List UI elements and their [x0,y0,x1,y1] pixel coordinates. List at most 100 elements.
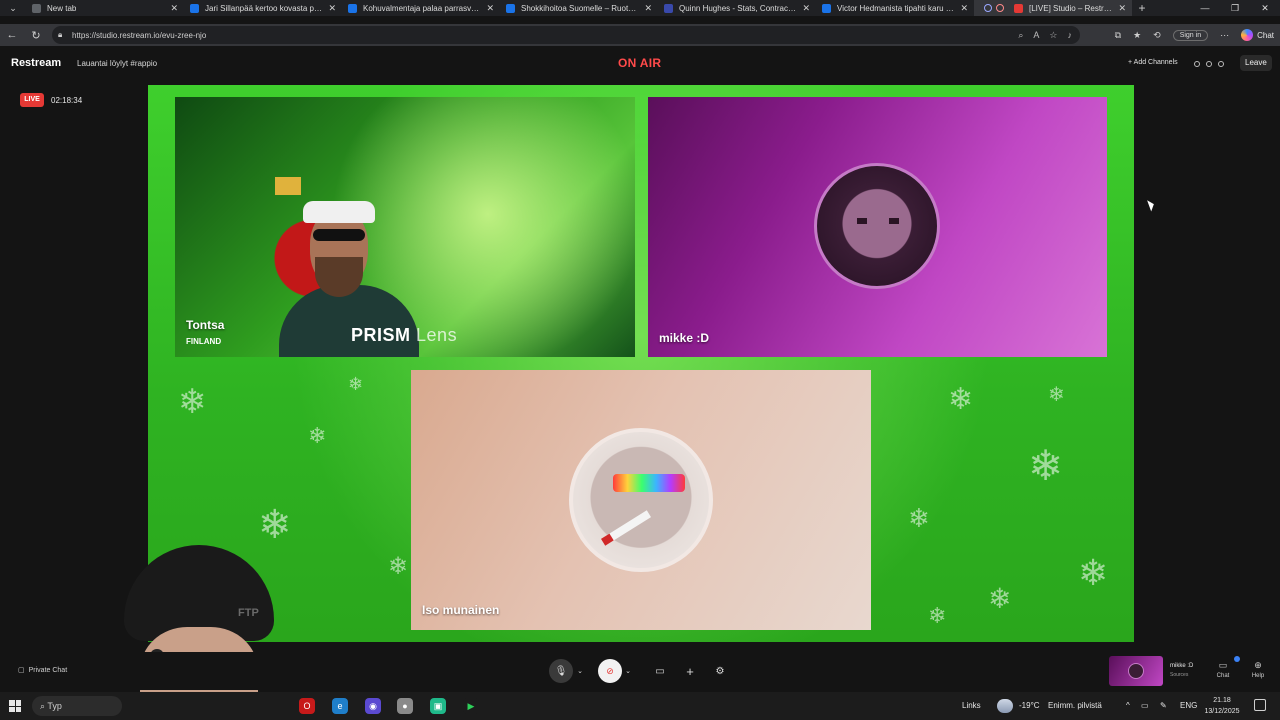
clock-date: 13/12/2025 [1204,708,1240,715]
private-chat-label: Private Chat [28,666,68,674]
channel-icon[interactable] [1194,61,1200,67]
participant-subtitle: FINLAND [186,337,222,346]
mouse-cursor-icon [1147,198,1156,212]
tab-title: Victor Hedmanista tipahti karu uutinen [837,3,955,13]
weather-temp[interactable]: -19°C [1019,692,1040,720]
help-label: Help [1251,673,1265,679]
tab-close-icon[interactable]: ✕ [802,3,810,14]
chat-label: Chat [1216,673,1230,679]
edge-icon[interactable]: e [332,698,348,714]
tab-close-icon[interactable]: ✕ [328,3,336,14]
browser-tab[interactable]: [LIVE] Studio – Restream ✕ [974,0,1132,16]
microphone-icon[interactable]: 🎙︎ [549,659,573,683]
private-chat-button[interactable]: ▢ Private Chat [18,666,68,675]
tab-close-icon[interactable]: ✕ [960,3,968,14]
tab-list-chevron-icon[interactable]: ⌄ [0,0,26,16]
browser-toolbar: ← ↻ 🔒︎ https://studio.restream.io/evu-zr… [0,24,1280,46]
participant-tile-mikke[interactable]: mikke :D [648,97,1107,357]
browser-tab[interactable]: Quinn Hughes - Stats, Contract, Salary ✕ [658,0,816,16]
history-icon[interactable]: ⟲ [1153,30,1161,41]
add-icon[interactable]: + [680,659,700,683]
tab-close-icon[interactable]: ✕ [486,3,494,14]
clock-time: 21.18 [1213,697,1231,704]
channel-icon[interactable] [1206,61,1212,67]
minimize-icon[interactable]: — [1190,0,1220,16]
notifications-icon[interactable] [1254,699,1266,711]
participant-name: mikke :D [659,331,710,345]
self-preview-thumbnail[interactable] [1109,656,1163,686]
tab-close-icon[interactable]: ✕ [644,3,652,14]
prism-suffix: Lens [416,325,458,345]
site-info-icon[interactable]: 🔒︎ [58,30,68,40]
self-sources[interactable]: Sources [1170,672,1188,678]
chat-button[interactable]: ▭ Chat [1211,660,1235,679]
address-bar[interactable]: 🔒︎ https://studio.restream.io/evu-zree-n… [52,26,1080,44]
links-toolbar[interactable]: Links [962,692,981,720]
camera-off-icon[interactable]: ⊘ [598,659,622,683]
taskbar-search[interactable]: ⌕ Typ [32,696,122,716]
weather-desc[interactable]: Enimm. pilvistä [1048,692,1102,720]
restore-icon[interactable]: ❐ [1220,0,1250,16]
help-button[interactable]: ⊕ Help [1246,660,1270,679]
browser-tab[interactable]: Kohuvalmentaja palaa parrasvaloihin ✕ [342,0,500,16]
snowflake-icon: ❄ [1028,442,1064,489]
app-icon[interactable]: ● [397,698,413,714]
broadcast-stage: ❄❄❄❄❄❄❄❄❄❄❄❄❄❄ PRISM Lens Tontsa FINLAND… [148,85,1134,642]
extensions-icon[interactable]: ⧉ [1115,30,1121,41]
participant-tile-tontsa[interactable]: PRISM Lens Tontsa FINLAND [175,97,635,357]
read-aloud-icon[interactable]: A [1033,30,1039,40]
media-app-icon[interactable]: ▶ [463,698,479,714]
language-indicator[interactable]: ENG [1180,692,1197,720]
live-badge: LIVE [20,93,44,107]
network-icon[interactable]: ▭ [1141,692,1149,720]
channel-icon[interactable] [1218,61,1224,67]
mic-options-chevron-icon[interactable]: ⌄ [575,659,585,683]
restream-logo[interactable]: Restream [11,57,61,69]
participant-tile-iso-munainen[interactable]: Iso munainen [411,370,871,630]
close-window-icon[interactable]: ✕ [1250,0,1280,16]
copilot-icon [1241,29,1254,41]
tab-list: New tab ✕ Jari Sillanpää kertoo kovasta pa… [26,0,1132,16]
tab-close-icon[interactable]: ✕ [1118,3,1126,14]
copilot-button[interactable]: Chat [1241,29,1274,41]
voice-icon[interactable]: ♪ [1068,30,1073,40]
back-icon[interactable]: ← [0,29,24,41]
browser-tab[interactable]: New tab ✕ [26,0,184,16]
more-menu-icon[interactable]: ⋯ [1220,30,1229,41]
address-bar-icons: ⌕ A ☆ ♪ [1018,26,1072,44]
settings-gear-icon[interactable]: ⚙︎ [710,659,730,683]
tray-chevron-icon[interactable]: ^ [1126,692,1130,720]
sign-in-button[interactable]: Sign in [1172,29,1209,41]
browser-tab[interactable]: Victor Hedmanista tipahti karu uutinen ✕ [816,0,974,16]
tab-title: New tab [47,3,77,13]
snowflake-icon: ❄ [928,603,947,628]
self-avatar [1128,663,1144,679]
add-channels-button[interactable]: + Add Channels [1128,59,1178,66]
participant-name: Iso munainen [422,603,500,617]
obs-like-app-icon[interactable]: ▣ [430,698,446,714]
studio-control-bar: ▢ Private Chat 🎙︎ ⌄ ⊘ ⌄ ▭ + ⚙︎ mikke :D … [0,652,1280,690]
leave-button[interactable]: Leave [1240,55,1272,71]
start-menu-icon[interactable] [9,700,21,712]
browser-tab[interactable]: Shokkihoitoa Suomelle – Ruotsi pyyhki ✕ [500,0,658,16]
discord-icon[interactable]: ◉ [365,698,381,714]
zoom-icon[interactable]: ⌕ [1018,30,1023,41]
tab-close-icon[interactable]: ✕ [170,3,178,14]
opera-icon[interactable]: O [299,698,315,714]
browser-tab[interactable]: Jari Sillanpää kertoo kovasta paikasta ✕ [184,0,342,16]
pen-icon[interactable]: ✎ [1160,692,1167,720]
screen-share-icon[interactable]: ▭ [650,659,670,683]
avatar-sunglasses [613,474,685,492]
system-clock[interactable]: 21.18 13/12/2025 [1200,695,1244,717]
favorites-icon[interactable]: ★ [1133,30,1141,41]
tab-recording-icons [980,4,1014,12]
favorite-star-icon[interactable]: ☆ [1049,30,1057,41]
camera-options-chevron-icon[interactable]: ⌄ [623,659,633,683]
stream-timer: 02:18:34 [51,96,83,105]
stream-title[interactable]: Lauantai löylyt #rappio [77,59,157,68]
snowflake-icon: ❄ [988,583,1012,614]
tab-favicon-icon [348,3,357,13]
weather-icon[interactable] [997,699,1013,713]
new-tab-button[interactable]: + [1132,1,1152,15]
reload-icon[interactable]: ↻ [24,29,48,42]
